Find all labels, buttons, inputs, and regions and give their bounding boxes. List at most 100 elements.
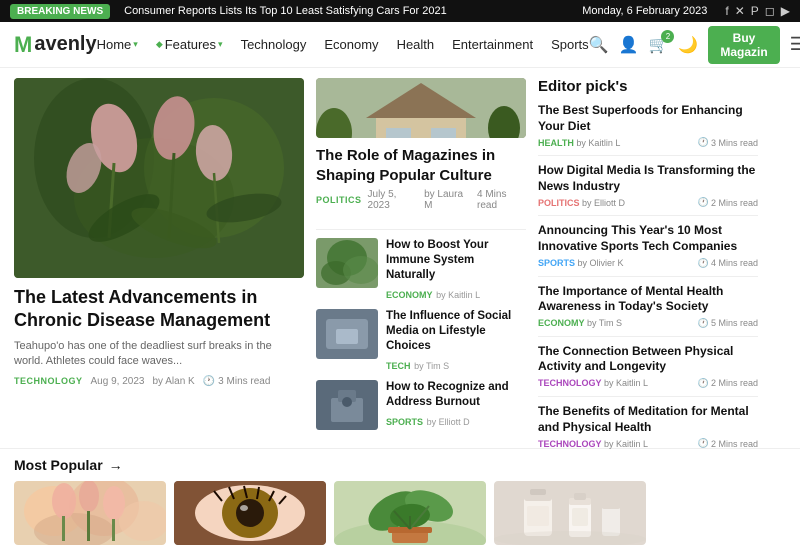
- instagram-icon[interactable]: ◻: [765, 4, 775, 18]
- pick-1-title[interactable]: The Best Superfoods for Enhancing Your D…: [538, 103, 758, 134]
- pick-item-3: Announcing This Year's 10 Most Innovativ…: [538, 223, 758, 276]
- small-article-3-tag: SPORTS: [386, 417, 423, 427]
- clock-icon: 🕐: [203, 376, 215, 387]
- small-article-2-title[interactable]: The Influence of Social Media on Lifesty…: [386, 309, 526, 354]
- facebook-icon[interactable]: f: [725, 4, 728, 18]
- pick-1-read-time: 🕐 3 Mins read: [698, 137, 758, 148]
- small-article-3-author: by Elliott D: [427, 417, 470, 427]
- pick-6-title[interactable]: The Benefits of Meditation for Mental an…: [538, 404, 758, 435]
- buy-magazin-button[interactable]: Buy Magazin: [708, 26, 779, 64]
- chevron-down-icon: ▾: [218, 39, 223, 50]
- youtube-icon[interactable]: ▶: [781, 4, 790, 18]
- pick-3-meta: SPORTS by Olivier K 🕐 4 Mins read: [538, 258, 758, 269]
- popular-grid: [14, 481, 786, 545]
- pick-1-meta: HEALTH by Kaitlin L 🕐 3 Mins read: [538, 137, 758, 148]
- small-article-1-text: How to Boost Your Immune System Naturall…: [386, 238, 526, 301]
- logo-m-icon: M: [14, 32, 32, 58]
- pick-1-tag[interactable]: HEALTH: [538, 138, 574, 148]
- small-article-1-author: by Kaitlin L: [436, 290, 480, 300]
- small-article-1: How to Boost Your Immune System Naturall…: [316, 238, 526, 301]
- editor-picks-title: Editor pick's: [538, 78, 758, 95]
- small-article-3-text: How to Recognize and Address Burnout SPO…: [386, 380, 526, 428]
- popular-item-3[interactable]: [334, 481, 486, 545]
- top-bar-left: BREAKING NEWS Consumer Reports Lists Its…: [10, 4, 447, 19]
- chevron-down-icon: ▾: [133, 39, 138, 50]
- middle-column: The Role of Magazines in Shaping Popular…: [316, 78, 526, 438]
- pick-3-read-time: 🕐 4 Mins read: [698, 258, 758, 269]
- pick-3-title[interactable]: Announcing This Year's 10 Most Innovativ…: [538, 223, 758, 254]
- small-article-3-title[interactable]: How to Recognize and Address Burnout: [386, 380, 526, 410]
- top-bar-right: Monday, 6 February 2023 f ✕ P ◻ ▶: [582, 4, 790, 18]
- pick-5-tag[interactable]: TECHNOLOGY: [538, 378, 602, 388]
- featured-read-time: 🕐3 Mins read: [203, 376, 271, 387]
- pick-5-meta: TECHNOLOGY by Kaitlin L 🕐 2 Mins read: [538, 378, 758, 389]
- search-icon[interactable]: 🔍: [589, 35, 609, 55]
- pick-2-tag[interactable]: POLITICS: [538, 198, 580, 208]
- featured-article-meta: TECHNOLOGY Aug 9, 2023 by Alan K 🕐3 Mins…: [14, 376, 304, 387]
- pick-4-title[interactable]: The Importance of Mental Health Awarenes…: [538, 284, 758, 315]
- small-article-2-author: by Tim S: [414, 361, 449, 371]
- pick-6-meta: TECHNOLOGY by Kaitlin L 🕐 2 Mins read: [538, 438, 758, 449]
- pick-4-author: by Tim S: [587, 318, 622, 328]
- popular-item-2[interactable]: [174, 481, 326, 545]
- small-article-2: The Influence of Social Media on Lifesty…: [316, 309, 526, 372]
- featured-article-title[interactable]: The Latest Advancements in Chronic Disea…: [14, 286, 304, 333]
- middle-main-read: 4 Mins read: [477, 189, 526, 211]
- moon-icon[interactable]: 🌙: [678, 35, 698, 55]
- pick-4-meta: ECONOMY by Tim S 🕐 5 Mins read: [538, 318, 758, 329]
- middle-main-date: July 5, 2023: [368, 189, 419, 211]
- featured-article-text: The Latest Advancements in Chronic Disea…: [14, 278, 304, 387]
- pick-1-author: by Kaitlin L: [576, 138, 620, 148]
- ticker-text: Consumer Reports Lists Its Top 10 Least …: [124, 5, 447, 17]
- nav-sports[interactable]: Sports: [551, 37, 589, 52]
- nav-features[interactable]: ◆ Features ▾: [156, 37, 223, 52]
- popular-item-4[interactable]: [494, 481, 646, 545]
- featured-article: The Latest Advancements in Chronic Disea…: [14, 78, 304, 438]
- nav-technology[interactable]: Technology: [241, 37, 307, 52]
- pick-item-1: The Best Superfoods for Enhancing Your D…: [538, 103, 758, 156]
- middle-main-title[interactable]: The Role of Magazines in Shaping Popular…: [316, 146, 526, 185]
- small-article-1-title[interactable]: How to Boost Your Immune System Naturall…: [386, 238, 526, 283]
- hamburger-icon[interactable]: ☰: [790, 34, 800, 55]
- pick-2-title[interactable]: How Digital Media Is Transforming the Ne…: [538, 163, 758, 194]
- middle-top-image: [316, 78, 526, 138]
- main-content: The Latest Advancements in Chronic Disea…: [0, 68, 800, 448]
- pick-3-author: by Olivier K: [578, 258, 624, 268]
- pick-5-title[interactable]: The Connection Between Physical Activity…: [538, 344, 758, 375]
- arrow-right-icon[interactable]: →: [109, 457, 123, 473]
- pick-3-tag[interactable]: SPORTS: [538, 258, 575, 268]
- featured-date: Aug 9, 2023: [91, 376, 145, 387]
- pick-4-tag[interactable]: ECONOMY: [538, 318, 585, 328]
- most-popular-header: Most Popular →: [14, 457, 786, 473]
- featured-article-desc: Teahupo'o has one of the deadliest surf …: [14, 339, 304, 370]
- nav-home[interactable]: Home ▾: [97, 37, 138, 52]
- featured-author: by Alan K: [152, 376, 194, 387]
- featured-article-image: [14, 78, 304, 278]
- pick-2-read-time: 🕐 2 Mins read: [698, 197, 758, 208]
- cart-count: 2: [661, 30, 674, 43]
- date-display: Monday, 6 February 2023: [582, 5, 707, 17]
- featured-tag[interactable]: TECHNOLOGY: [14, 376, 83, 386]
- pick-item-5: The Connection Between Physical Activity…: [538, 344, 758, 397]
- logo-text: avenly: [34, 33, 96, 56]
- pick-5-author: by Kaitlin L: [604, 378, 648, 388]
- small-article-1-image: [316, 238, 378, 288]
- cart-icon[interactable]: 🛒2: [649, 35, 669, 55]
- middle-main-author: by Laura M: [424, 189, 471, 211]
- middle-main-tag[interactable]: POLITICS: [316, 195, 362, 205]
- breaking-news-badge: BREAKING NEWS: [10, 4, 110, 19]
- editor-picks-section: Editor pick's The Best Superfoods for En…: [538, 78, 758, 438]
- top-bar: BREAKING NEWS Consumer Reports Lists Its…: [0, 0, 800, 22]
- pick-6-tag[interactable]: TECHNOLOGY: [538, 439, 602, 449]
- pinterest-icon[interactable]: P: [751, 4, 759, 18]
- pick-6-read-time: 🕐 2 Mins read: [698, 438, 758, 449]
- twitter-icon[interactable]: ✕: [735, 4, 745, 18]
- nav-health[interactable]: Health: [397, 37, 435, 52]
- nav-entertainment[interactable]: Entertainment: [452, 37, 533, 52]
- popular-item-1[interactable]: [14, 481, 166, 545]
- small-article-2-tag: TECH: [386, 361, 411, 371]
- nav-economy[interactable]: Economy: [324, 37, 378, 52]
- logo[interactable]: Mavenly: [14, 32, 97, 58]
- small-article-3-image: [316, 380, 378, 430]
- user-icon[interactable]: 👤: [619, 35, 639, 55]
